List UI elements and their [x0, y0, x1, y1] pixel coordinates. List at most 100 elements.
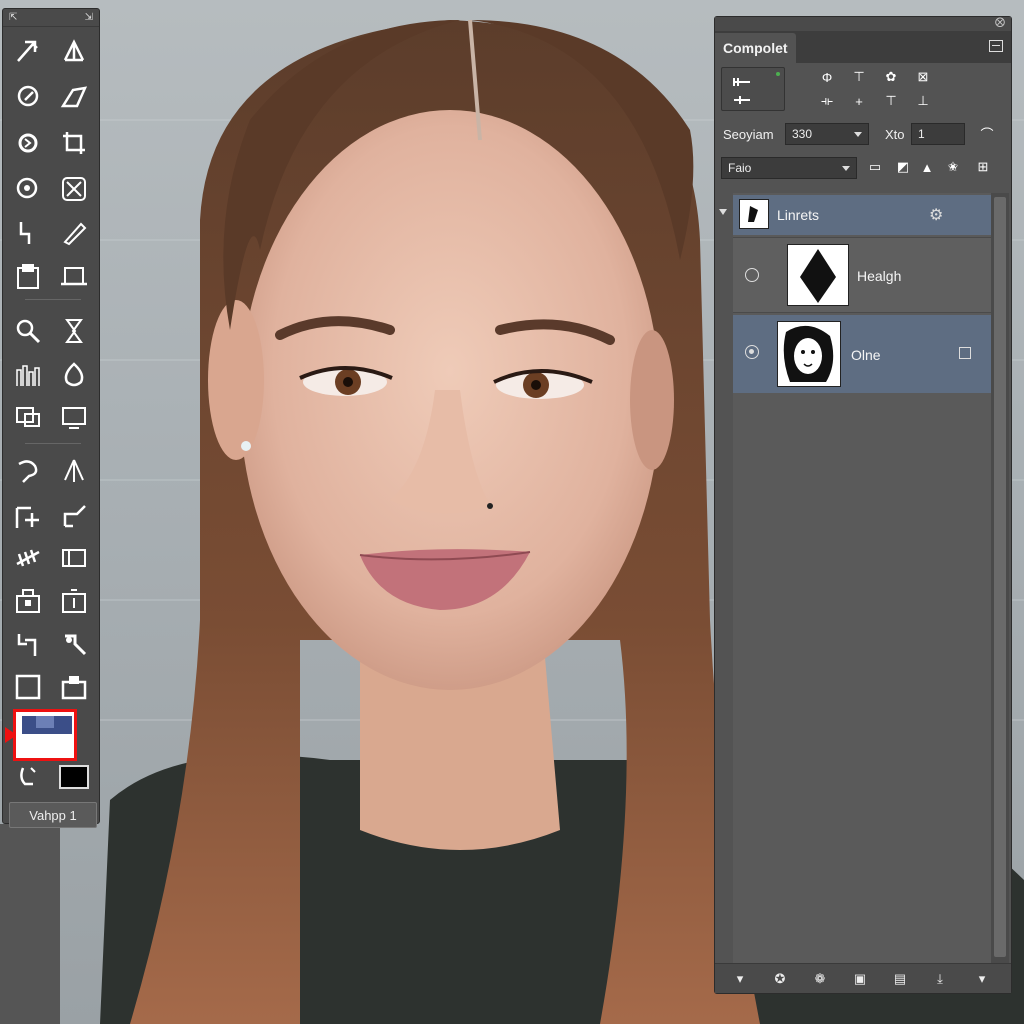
row1-secondary-label: Xto — [885, 127, 905, 142]
transform-icon-grid: Φ ⊤ ✿ ⊠ ⟛ + ⊤ ⊥ — [815, 67, 945, 115]
frame-toggle-icon[interactable]: ▭ — [865, 157, 885, 177]
tool-divider — [25, 299, 81, 300]
chevron-down-icon — [842, 166, 850, 171]
scroll-thumb[interactable] — [994, 197, 1006, 957]
toolbox-strip — [0, 824, 60, 1024]
group-thumbnail — [739, 199, 769, 229]
settings-icon[interactable]: ⚙ — [929, 205, 943, 225]
path-select-icon[interactable] — [55, 453, 93, 489]
shape-icon[interactable] — [9, 499, 47, 535]
polygon-icon[interactable] — [55, 79, 93, 115]
layers-panel: ⨂ Compolet Φ ⊤ ✿ ⊠ ⟛ + ⊤ ⊥ Seoyiam 330 X… — [714, 16, 1012, 994]
align-center-icon[interactable]: ⟛ — [815, 91, 839, 111]
mask-icon[interactable]: ⊠ — [911, 67, 935, 87]
disclosure-triangle-icon[interactable] — [719, 209, 727, 215]
fx-icon[interactable]: ✪ — [771, 970, 789, 988]
visibility-eye-icon[interactable] — [745, 345, 759, 359]
layer-thumbnail — [787, 244, 849, 306]
panel-tab-bar: Compolet — [715, 31, 1011, 63]
layer-name: Olne — [851, 347, 881, 363]
secondary-field-value: 1 — [918, 127, 925, 141]
tab-compolet[interactable]: Compolet — [715, 33, 796, 63]
tool-preset-block[interactable] — [721, 67, 785, 111]
pen-icon[interactable] — [55, 399, 93, 435]
measure-icon[interactable] — [9, 627, 47, 663]
eyedropper-icon[interactable] — [9, 171, 47, 207]
move-icon[interactable] — [9, 33, 47, 69]
swap-colors-icon[interactable] — [11, 759, 49, 795]
expand-down-icon[interactable]: ▾ — [973, 970, 991, 988]
panel-close-icon[interactable]: ⨂ — [995, 17, 1005, 31]
healing-icon[interactable] — [9, 215, 47, 251]
edit-mask-icon[interactable]: ◩ — [893, 157, 913, 177]
chevron-down-icon — [854, 132, 862, 137]
warp-icon[interactable]: ✿ — [879, 67, 903, 87]
toolbox-label[interactable]: Vahpp 1 — [9, 802, 97, 828]
tool-divider — [25, 443, 81, 444]
align-left-icon[interactable]: Φ — [815, 67, 839, 87]
layer-mask-icon[interactable] — [959, 347, 971, 359]
tools-panel: ⇱ ⇲ Vahpp 1 — [2, 8, 100, 828]
history-brush-icon[interactable] — [55, 259, 93, 295]
slice-icon[interactable] — [55, 171, 93, 207]
print-icon[interactable] — [55, 669, 93, 705]
toolbox-header: ⇱ ⇲ — [3, 9, 99, 27]
new-layer-icon[interactable]: ▤ — [891, 970, 909, 988]
crop-icon[interactable] — [55, 125, 93, 161]
size-dropdown-value: 330 — [792, 127, 813, 141]
layer-row[interactable]: Olne — [733, 315, 991, 393]
bucket-icon[interactable] — [9, 583, 47, 619]
dodge-icon[interactable] — [9, 399, 47, 435]
panel-footer: ▾ ✪ ❁ ▣ ▤ ⤓ ▾ — [715, 963, 1011, 993]
layer-row[interactable]: Healgh — [733, 237, 991, 313]
triangle-icon[interactable]: ▲ — [917, 157, 937, 177]
panel-menu-icon[interactable] — [989, 40, 1003, 52]
add-icon[interactable]: + — [847, 91, 871, 111]
panel-topbar: ⨂ — [715, 17, 1011, 31]
link-icon[interactable]: ⊞ — [973, 157, 993, 177]
background-color-swatch[interactable] — [13, 709, 77, 761]
layer-name: Linrets — [777, 207, 820, 223]
align-bottom-icon[interactable]: ⊥ — [911, 91, 935, 111]
eraser-icon[interactable] — [55, 313, 93, 349]
delete-icon[interactable]: ⤓ — [931, 970, 949, 988]
new-group-icon[interactable]: ▣ — [851, 970, 869, 988]
mode-dropdown-value: Faio — [728, 161, 752, 175]
rotate-icon[interactable] — [9, 539, 47, 575]
brush-icon[interactable] — [55, 215, 93, 251]
swatch-fill-accent — [36, 716, 54, 728]
type-icon[interactable] — [9, 453, 47, 489]
foreground-color-swatch[interactable] — [59, 765, 89, 789]
hand-icon[interactable] — [55, 499, 93, 535]
gradient-icon[interactable] — [9, 357, 47, 393]
collapse-icon[interactable]: ⇱ — [9, 12, 17, 23]
count-icon[interactable] — [55, 627, 93, 663]
frame-icon[interactable] — [55, 539, 93, 575]
row1-label: Seoyiam — [723, 127, 774, 142]
layers-list: Linrets ⚙ Healgh Olne — [719, 193, 991, 963]
star-icon[interactable]: ✬ — [943, 157, 963, 177]
zoom-icon[interactable] — [9, 313, 47, 349]
blur-icon[interactable] — [55, 357, 93, 393]
stamp-icon[interactable] — [9, 259, 47, 295]
mode-dropdown[interactable]: Faio — [721, 157, 857, 179]
arc-icon[interactable]: ⌒ — [977, 123, 997, 143]
layer-group-row[interactable]: Linrets ⚙ — [719, 195, 991, 235]
visibility-eye-icon[interactable] — [745, 268, 759, 282]
size-dropdown[interactable]: 330 — [785, 123, 869, 145]
artboard-icon[interactable] — [55, 33, 93, 69]
rectangle-icon[interactable] — [9, 669, 47, 705]
quick-select-icon[interactable] — [9, 125, 47, 161]
collapse-down-icon[interactable]: ▾ — [731, 970, 749, 988]
lasso-icon[interactable] — [9, 79, 47, 115]
layer-name: Healgh — [857, 268, 902, 284]
align-top-icon[interactable]: ⊤ — [879, 91, 903, 111]
adjustment-icon[interactable]: ❁ — [811, 970, 829, 988]
note-icon[interactable] — [55, 583, 93, 619]
layer-thumbnail — [777, 321, 841, 387]
layers-scrollbar[interactable] — [991, 193, 1009, 963]
distribute-icon[interactable]: ⊤ — [847, 67, 871, 87]
secondary-field[interactable]: 1 — [911, 123, 965, 145]
expand-icon[interactable]: ⇲ — [85, 12, 93, 23]
preset-icons — [733, 72, 780, 104]
